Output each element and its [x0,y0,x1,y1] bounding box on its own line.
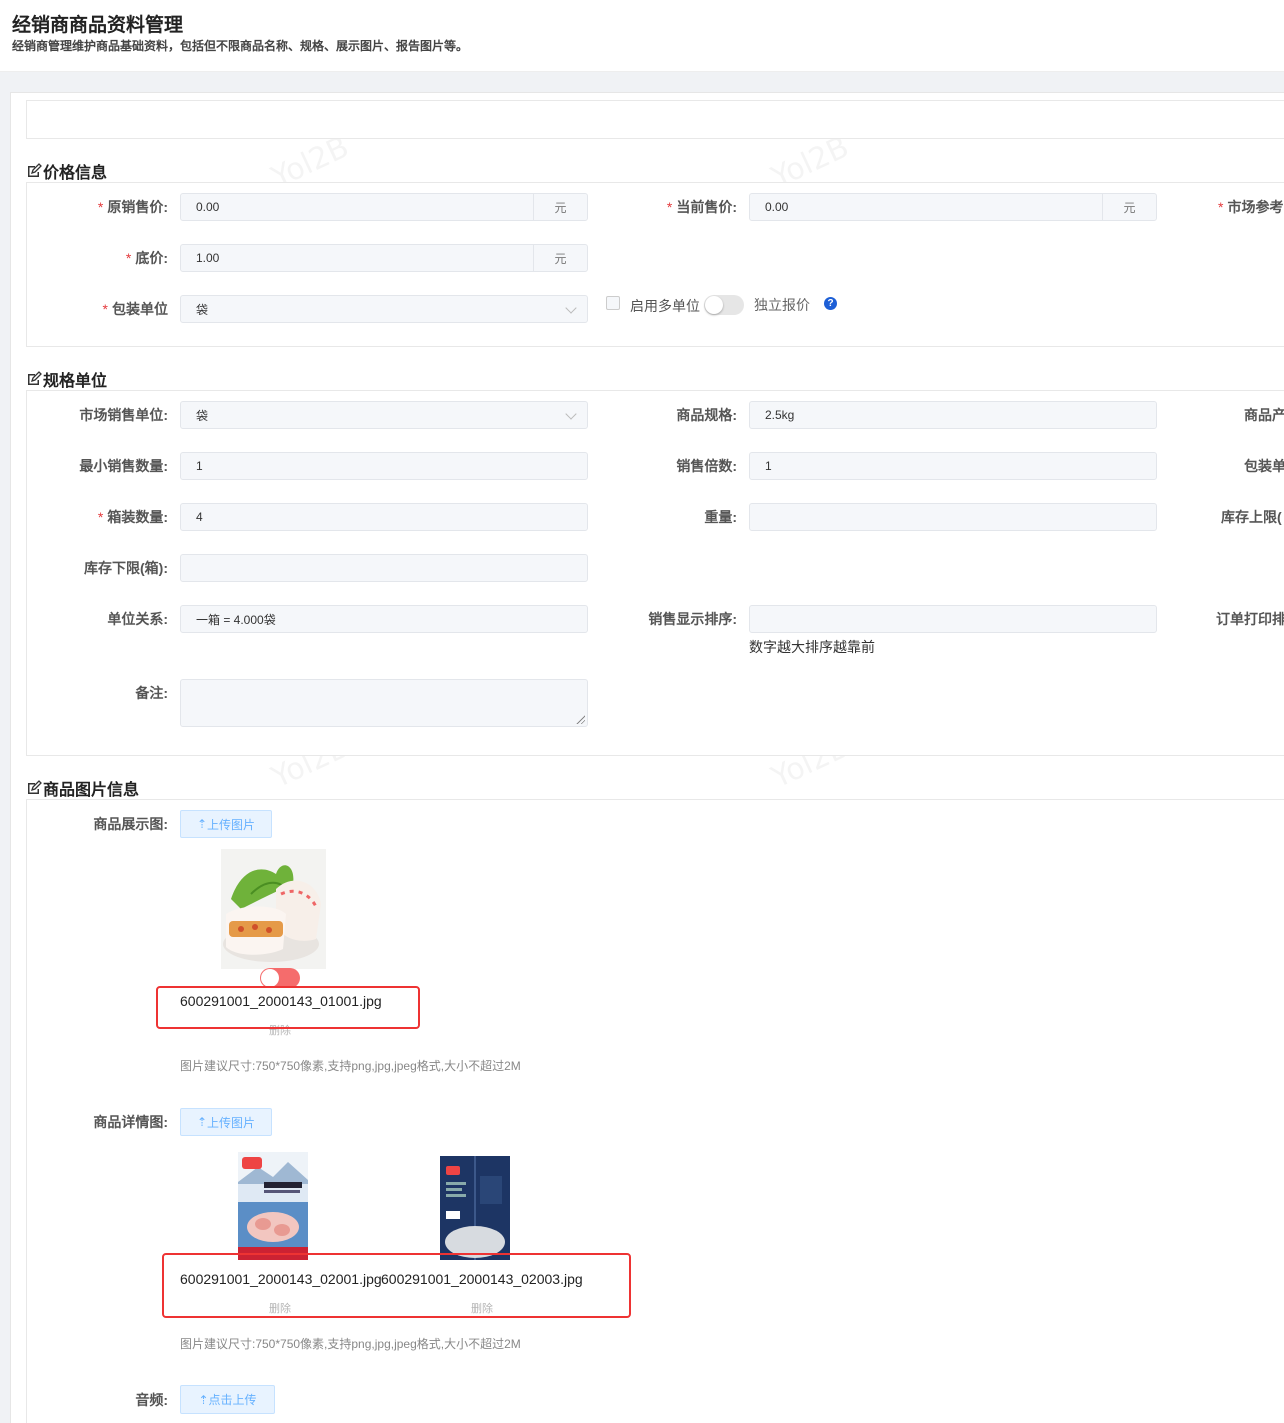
section-title-text: 规格单位 [43,373,108,390]
original-price-label: * 原销售价: [97,199,168,215]
top-section-box [26,100,1284,139]
audio-label: 音频: [135,1392,168,1408]
multi-unit-label: 启用多单位 [630,298,700,314]
market-ref-label: * 市场参考 [1218,199,1284,215]
product-spec-input[interactable]: 2.5kg [749,401,1157,429]
display-order-hint: 数字越大排序越靠前 [749,639,875,655]
page-title: 经销商商品资料管理 [12,15,184,36]
unit-suffix: 元 [533,194,587,220]
pack-unit-label: * 包装单位 [102,301,168,317]
display-image-toggle[interactable] [260,968,300,988]
chevron-down-icon [565,408,577,420]
help-icon[interactable]: ? [824,297,837,310]
unit-suffix: 元 [1102,194,1156,220]
remark-label: 备注: [135,685,168,701]
current-price-label: * 当前售价: [666,199,737,215]
box-qty-input[interactable]: 4 [180,503,588,531]
market-unit-select[interactable]: 袋 [180,401,588,429]
stock-lower-input[interactable] [180,554,588,582]
edit-icon [28,163,42,177]
upload-audio-button[interactable]: ⇡ 点击上传 [180,1385,275,1414]
images-section-title: 商品图片信息 [26,776,139,800]
unit-relation-input: 一箱 = 4.000袋 [180,605,588,633]
independent-quote-toggle[interactable] [704,295,744,315]
multi-unit-checkbox[interactable] [606,296,620,310]
weight-label: 重量: [704,509,737,525]
highlight-box [156,986,420,1029]
weight-input[interactable] [749,503,1157,531]
page-description: 经销商管理维护商品基础资料，包括但不限商品名称、规格、展示图片、报告图片等。 [12,39,469,53]
detail-image-thumbnail[interactable] [238,1152,308,1260]
edit-icon [28,371,42,385]
display-image-thumbnail[interactable] [221,849,326,969]
upload-detail-button[interactable]: ⇡ 上传图片 [180,1108,272,1136]
section-title-text: 价格信息 [43,165,108,182]
print-order-label: 订单打印排 [1216,611,1284,627]
display-image-tip: 图片建议尺寸:750*750像素,支持png,jpg,jpeg格式,大小不超过2… [180,1059,521,1073]
resize-handle[interactable] [575,714,585,724]
unit-suffix: 元 [533,245,587,271]
multiple-label: 销售倍数: [676,458,737,474]
original-price-input[interactable]: 0.00 元 [180,193,588,221]
display-order-input[interactable] [749,605,1157,633]
detail-image-thumbnail[interactable] [440,1156,510,1260]
chevron-down-icon [565,302,577,314]
pack-unit2-label: 包装单 [1244,458,1284,474]
edit-icon [28,780,42,794]
min-qty-input[interactable]: 1 [180,452,588,480]
price-section-title: 价格信息 [26,159,107,183]
multiple-input[interactable]: 1 [749,452,1157,480]
display-order-label: 销售显示排序: [648,611,737,627]
unit-relation-label: 单位关系: [107,611,168,627]
independent-quote-label: 独立报价 [754,297,810,313]
stock-upper-label: 库存上限( [1221,509,1282,525]
spec-section-title: 规格单位 [26,367,107,391]
floor-price-input[interactable]: 1.00 元 [180,244,588,272]
page-header: 经销商商品资料管理 经销商管理维护商品基础资料，包括但不限商品名称、规格、展示图… [0,0,1284,72]
upload-display-button[interactable]: ⇡ 上传图片 [180,810,272,838]
detail-image-tip: 图片建议尺寸:750*750像素,支持png,jpg,jpeg格式,大小不超过2… [180,1337,521,1351]
product-spec-label: 商品规格: [676,407,737,423]
stock-lower-label: 库存下限(箱): [84,560,168,576]
floor-price-label: * 底价: [125,250,168,266]
remark-textarea[interactable] [180,679,588,727]
market-unit-label: 市场销售单位: [79,407,168,423]
display-image-label: 商品展示图: [93,816,168,832]
origin-label: 商品产 [1244,407,1284,423]
section-title-text: 商品图片信息 [43,782,140,799]
detail-image-label: 商品详情图: [93,1114,168,1130]
highlight-box [162,1253,631,1318]
pack-unit-select[interactable]: 袋 [180,295,588,323]
current-price-input[interactable]: 0.00 元 [749,193,1157,221]
box-qty-label: * 箱装数量: [97,509,168,525]
min-qty-label: 最小销售数量: [79,458,168,474]
